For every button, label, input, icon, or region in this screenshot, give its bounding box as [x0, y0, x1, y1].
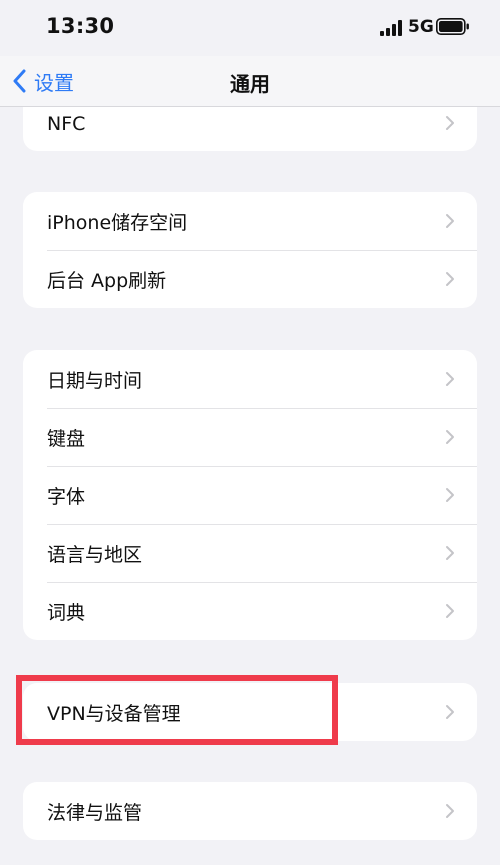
chevron-right-icon: [446, 804, 454, 818]
page-title: 通用: [230, 72, 270, 96]
list-item-background-app-refresh[interactable]: 后台 App刷新: [23, 250, 477, 308]
chevron-right-icon: [446, 272, 454, 286]
settings-group-nfc: NFC: [23, 107, 477, 151]
status-bar: 13:30 5G: [0, 0, 500, 56]
list-item-fonts[interactable]: 字体: [23, 466, 477, 524]
list-item-vpn-device-management[interactable]: VPN与设备管理: [23, 683, 477, 741]
chevron-right-icon: [446, 430, 454, 444]
settings-group-storage: iPhone储存空间 后台 App刷新: [23, 192, 477, 308]
list-item-keyboard[interactable]: 键盘: [23, 408, 477, 466]
chevron-right-icon: [446, 488, 454, 502]
list-item-label: 词典: [47, 601, 86, 624]
list-item-label: 字体: [47, 485, 86, 508]
chevron-right-icon: [446, 546, 454, 560]
navigation-bar: 设置 通用: [0, 56, 500, 107]
list-item-language-region[interactable]: 语言与地区: [23, 524, 477, 582]
list-item-label: 法律与监管: [47, 801, 143, 824]
list-item-iphone-storage[interactable]: iPhone储存空间: [23, 192, 477, 250]
chevron-right-icon: [446, 116, 454, 130]
list-item-legal-regulatory[interactable]: 法律与监管: [23, 782, 477, 840]
cellular-signal-icon: [380, 20, 402, 36]
list-item-date-time[interactable]: 日期与时间: [23, 350, 477, 408]
list-item-dictionary[interactable]: 词典: [23, 582, 477, 640]
list-item-label: 语言与地区: [47, 543, 143, 566]
list-item-label: 键盘: [47, 427, 86, 450]
list-item-label: VPN与设备管理: [47, 702, 181, 725]
settings-group-vpn: VPN与设备管理: [23, 683, 477, 741]
battery-icon: [436, 18, 469, 35]
list-item-label: iPhone储存空间: [47, 211, 188, 234]
list-item-label: NFC: [47, 113, 86, 135]
list-item-label: 后台 App刷新: [47, 269, 167, 292]
list-item-label: 日期与时间: [47, 369, 143, 392]
settings-group-locale: 日期与时间 键盘 字体 语言与地区 词典: [23, 350, 477, 640]
list-item-nfc[interactable]: NFC: [23, 107, 477, 151]
chevron-right-icon: [446, 372, 454, 386]
status-time: 13:30: [46, 14, 115, 38]
chevron-right-icon: [446, 705, 454, 719]
settings-group-legal: 法律与监管: [23, 782, 477, 840]
chevron-right-icon: [446, 604, 454, 618]
network-type-label: 5G: [408, 17, 434, 37]
chevron-right-icon: [446, 214, 454, 228]
